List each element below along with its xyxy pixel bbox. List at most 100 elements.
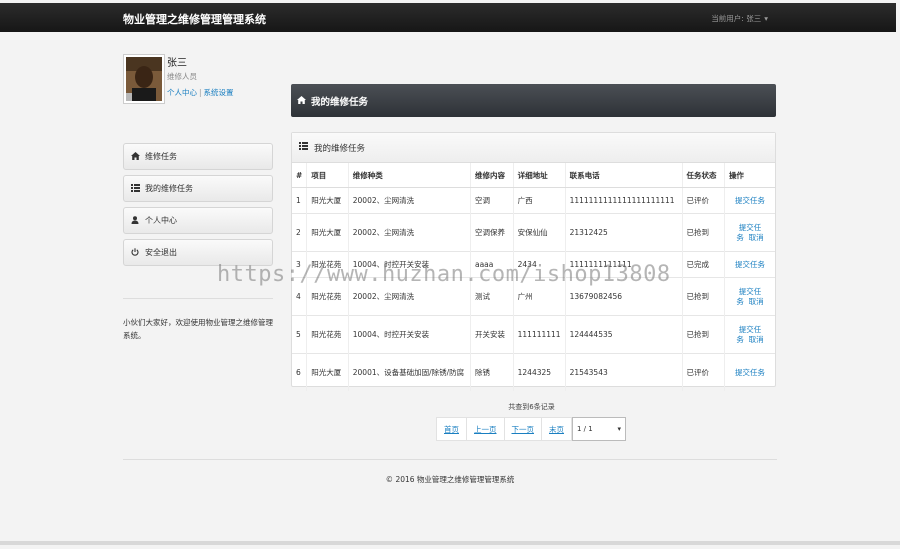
cell-content: 空调 [469,187,514,214]
personal-center-link[interactable]: 个人中心 [167,88,197,97]
list-icon [130,183,140,194]
pagination-bar: 首页 上一页 下一页 末页 1 / 1 ▾ [436,416,626,442]
cell-type: 20002、尘网清洗 [347,187,471,214]
sidebar-item-label: 安全退出 [145,248,177,257]
cell-type: 10004、时控开关安装 [347,315,471,354]
submit-task-link[interactable]: 提交任务 [735,196,765,205]
first-page-button[interactable]: 首页 [436,417,466,441]
cell-address: 111111111 [512,315,566,354]
cell-actions: 提交任务 取消 [723,315,775,354]
cancel-task-link[interactable]: 取消 [749,233,764,242]
page-header: 我的维修任务 [291,84,776,117]
profile-name: 张三 [167,58,187,69]
page-title: 我的维修任务 [311,96,369,108]
prev-page-button[interactable]: 上一页 [466,417,504,441]
cancel-task-link[interactable]: 取消 [749,297,764,306]
column-header: 联系电话 [564,163,682,188]
cell-actions: 提交任务 取消 [723,277,775,316]
submit-task-link[interactable]: 提交任务 [735,368,765,377]
column-header: 维修种类 [347,163,471,188]
sidebar-divider [123,298,273,299]
sidebar-item-personal-center[interactable]: 个人中心 [123,207,273,234]
cell-actions: 提交任务 [723,187,775,214]
cell-content: 除锈 [469,353,514,391]
cell-address: 安保仙仙 [512,213,566,252]
sidebar-item-my-repair-tasks[interactable]: 我的维修任务 [123,175,273,202]
chevron-down-icon: ▾ [617,425,621,433]
welcome-text: 小伙们大家好，欢迎使用物业管理之维修管理系统。 [123,318,273,340]
panel-title: 我的维修任务 [314,143,366,154]
cell-type: 20002、尘网清洗 [347,213,471,252]
submit-task-link[interactable]: 提交任务 [735,260,765,269]
cell-address: 1244325 [512,353,566,391]
list-icon [299,142,308,153]
cell-phone: 21543543 [564,353,682,391]
cell-status: 已抢到 [681,213,725,252]
footer-copyright: © 2016 物业管理之维修管理管理系统 [385,475,515,484]
pagination: 共查到6条记录 首页 上一页 下一页 末页 1 / 1 ▾ [291,402,776,441]
cell-status: 已抢到 [681,315,725,354]
cell-content: 开关安装 [469,315,514,354]
brand-title[interactable]: 物业管理之维修管理管理系统 [123,11,266,27]
sidebar-item-label: 个人中心 [145,216,177,225]
table-row: 6 阳光大厦 20001、设备基础加固/除锈/防腐 除锈 1244325 215… [292,353,775,391]
page-select-value: 1 / 1 [577,425,593,433]
sidebar-item-label: 我的维修任务 [145,184,193,193]
cell-no: 6 [292,353,307,391]
cancel-task-link[interactable]: 取消 [749,335,764,344]
table-header-row: # 项目 维修种类 维修内容 详细地址 联系电话 任务状态 操作 [292,163,775,188]
top-navbar: 物业管理之维修管理管理系统 当前用户: 张三 ▾ [0,3,896,32]
link-separator: | [199,88,202,97]
cell-status: 已抢到 [681,277,725,316]
caret-down-icon: ▾ [764,14,768,23]
cell-no: 2 [292,213,307,252]
cell-actions: 提交任务 [723,353,775,391]
cell-no: 1 [292,187,307,214]
home-icon [130,151,140,162]
table-row: 1 阳光大厦 20002、尘网清洗 空调 广西 1111111111111111… [292,187,775,214]
cell-type: 20001、设备基础加固/除锈/防腐 [347,353,471,391]
tasks-panel: 我的维修任务 # 项目 维修种类 维修内容 详细地址 联系电话 任务状态 操作 … [291,132,776,391]
sidebar-item-repair-tasks[interactable]: 维修任务 [123,143,273,170]
current-user-menu[interactable]: 当前用户: 张三 ▾ [711,13,768,24]
avatar [123,54,165,104]
last-page-button[interactable]: 末页 [541,417,572,441]
cell-phone: 124444535 [564,315,682,354]
table-row: 5 阳光花苑 10004、时控开关安装 开关安装 111111111 12444… [292,315,775,354]
cell-status: 已完成 [681,251,725,278]
column-header: 详细地址 [512,163,566,188]
record-count: 共查到6条记录 [508,403,555,411]
panel-header: 我的维修任务 [292,133,775,163]
system-settings-link[interactable]: 系统设置 [204,88,234,97]
cell-actions: 提交任务 取消 [723,213,775,252]
column-header: 任务状态 [681,163,725,188]
power-icon [130,247,140,258]
profile-role: 维修人员 [167,72,197,81]
user-icon [130,215,140,226]
cell-status: 已评价 [681,353,725,391]
column-header: # [292,163,307,188]
footer-divider [123,459,777,460]
bottom-border [0,541,900,545]
sidebar-nav: 维修任务 我的维修任务 个人中心 安全退出 [123,143,273,271]
cell-phone: 21312425 [564,213,682,252]
cell-status: 已评价 [681,187,725,214]
cell-project: 阳光大厦 [306,353,349,391]
page-select[interactable]: 1 / 1 ▾ [572,417,626,441]
cell-project: 阳光大厦 [306,187,349,214]
column-header: 维修内容 [469,163,514,188]
cell-project: 阳光大厦 [306,213,349,252]
column-header: 项目 [306,163,349,188]
column-header: 操作 [723,163,775,188]
watermark: https://www.huzhan.com/ishop13808 [217,262,671,287]
profile-links: 个人中心 | 系统设置 [167,87,234,98]
cell-no: 5 [292,315,307,354]
current-user-label: 当前用户: 张三 [711,14,762,23]
sidebar-item-label: 维修任务 [145,152,177,161]
table-row: 2 阳光大厦 20002、尘网清洗 空调保养 安保仙仙 21312425 已抢到… [292,213,775,252]
cell-project: 阳光花苑 [306,315,349,354]
cell-address: 广西 [512,187,566,214]
cell-phone: 1111111111111111111111 [564,187,682,214]
next-page-button[interactable]: 下一页 [503,417,541,441]
cell-content: 空调保养 [469,213,514,252]
